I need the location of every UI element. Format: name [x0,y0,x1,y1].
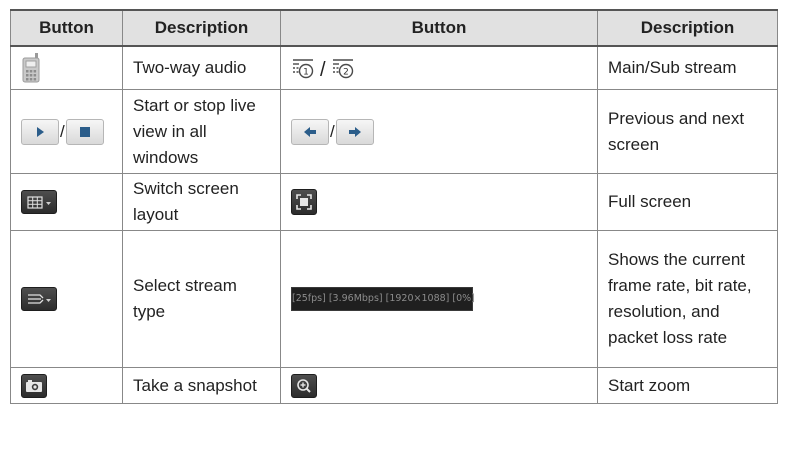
table-row: / Start or stop live view in all windows… [10,89,778,174]
button-description-table: Button Description Button Description Tw… [10,9,778,404]
button-cell: [25fps] [3.96Mbps] [1920×1088] [0%] [280,230,598,368]
stream-status-bar: [25fps] [3.96Mbps] [1920×1088] [0%] [291,287,475,311]
description-cell: Shows the current frame rate, bit rate, … [597,230,778,368]
grid-layout-icon[interactable] [21,190,57,214]
slash-separator: / [330,121,335,141]
previous-screen-icon[interactable] [291,118,329,145]
next-screen-icon[interactable] [335,118,374,145]
button-cell: / [280,89,598,174]
svg-text:2: 2 [343,68,349,78]
table-row: Select stream type [25fps] [3.96Mbps] [1… [10,230,778,368]
stream-type-icon[interactable] [21,287,57,311]
description-cell: Select stream type [122,230,281,368]
button-cell [280,367,598,404]
description-cell: Previous and next screen [597,89,778,174]
button-cell [10,45,123,90]
slash-separator: / [320,59,326,81]
description-cell: Full screen [597,173,778,231]
main-stream-icon[interactable]: 1 [291,57,315,79]
slash-separator: / [60,121,65,141]
header-description-1: Description [122,9,281,47]
button-cell [10,367,123,404]
header-description-2: Description [597,9,778,47]
button-cell [280,173,598,231]
sub-stream-icon[interactable]: 2 [331,57,355,79]
description-cell: Main/Sub stream [597,45,778,90]
table-row: Take a snapshot Start zoom [10,367,778,404]
header-button-1: Button [10,9,123,47]
button-cell [10,173,123,231]
stop-icon[interactable] [65,118,104,145]
table-row: Two-way audio 1 / 2 Main/Sub stream [10,45,778,90]
button-cell: 1 / 2 [280,45,598,90]
svg-text:1: 1 [303,68,309,78]
button-cell: / [10,89,123,174]
fullscreen-icon[interactable] [291,189,317,215]
description-cell: Take a snapshot [122,367,281,404]
phone-icon[interactable] [21,53,41,83]
play-icon[interactable] [21,118,59,145]
camera-icon[interactable] [21,373,47,398]
description-cell: Switch screen layout [122,173,281,231]
table-header: Button Description Button Description [10,9,778,47]
header-button-2: Button [280,9,598,47]
table-row: Switch screen layout Full screen [10,173,778,231]
zoom-icon[interactable] [291,373,317,398]
description-cell: Two-way audio [122,45,281,90]
description-cell: Start zoom [597,367,778,404]
description-cell: Start or stop live view in all windows [122,89,281,174]
button-cell [10,230,123,368]
main-sub-stream-icon: 1 / 2 [291,57,587,81]
